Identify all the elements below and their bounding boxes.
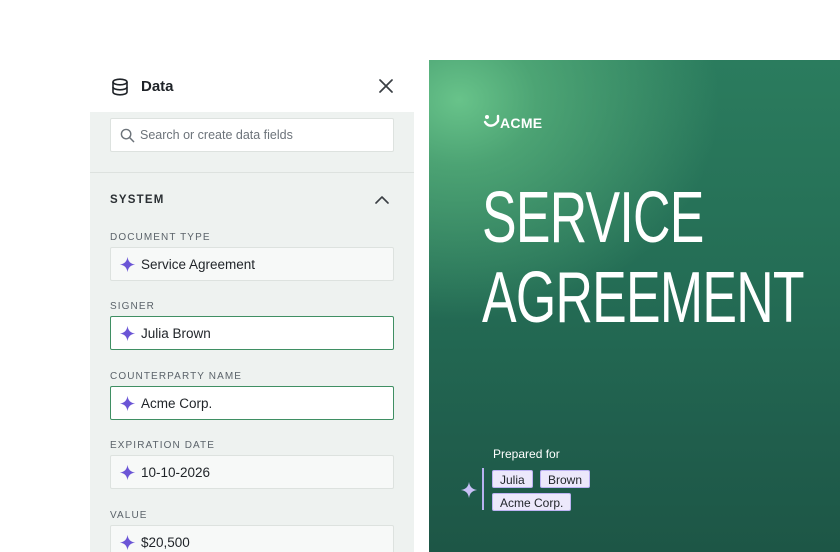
- panel-header: Data: [90, 60, 414, 112]
- field-label-expiration-date: EXPIRATION DATE: [110, 440, 216, 451]
- field-value: 10-10-2026: [141, 465, 211, 480]
- sparkle-icon: [119, 256, 136, 273]
- field-label-signer: SIGNER: [110, 301, 155, 312]
- divider: [90, 172, 414, 173]
- close-icon[interactable]: [378, 78, 394, 94]
- field-value: Acme Corp.: [141, 396, 213, 411]
- search-box: [110, 118, 394, 152]
- database-icon: [112, 78, 128, 96]
- sparkle-icon: [119, 395, 136, 412]
- field-value-amount[interactable]: $20,500: [110, 525, 394, 552]
- field-value: Service Agreement: [141, 257, 256, 272]
- data-panel: Data SYSTEM DOCUMENT TYPE Service Agreem…: [90, 60, 414, 552]
- document-title-line-2: AGREEMENT: [482, 258, 805, 338]
- brand-name: ACME: [500, 115, 543, 131]
- section-title-system: SYSTEM: [110, 194, 165, 206]
- field-counterparty-name[interactable]: Acme Corp.: [110, 386, 394, 420]
- field-signer[interactable]: Julia Brown: [110, 316, 394, 350]
- field-value: $20,500: [141, 535, 190, 550]
- panel-title: Data: [141, 78, 174, 95]
- data-field-indicator: [482, 468, 484, 510]
- prepared-for-label: Prepared for: [493, 447, 560, 461]
- tag-last-name[interactable]: Brown: [540, 470, 591, 488]
- document-preview: ACME SERVICE AGREEMENT Prepared for Juli…: [429, 60, 840, 552]
- field-value: Julia Brown: [141, 326, 211, 341]
- sparkle-icon: [460, 481, 478, 499]
- chevron-up-icon[interactable]: [374, 193, 390, 207]
- field-label-document-type: DOCUMENT TYPE: [110, 232, 211, 243]
- search-icon: [120, 128, 135, 143]
- document-title-line-1: SERVICE: [482, 178, 704, 258]
- sparkle-icon: [119, 464, 136, 481]
- sparkle-icon: [119, 325, 136, 342]
- field-label-counterparty-name: COUNTERPARTY NAME: [110, 371, 243, 382]
- field-expiration-date[interactable]: 10-10-2026: [110, 455, 394, 489]
- tag-first-name[interactable]: Julia: [492, 470, 533, 488]
- tag-company[interactable]: Acme Corp.: [492, 493, 572, 511]
- field-label-value: VALUE: [110, 510, 148, 521]
- search-input[interactable]: [140, 119, 390, 151]
- sparkle-icon: [119, 534, 136, 551]
- field-document-type[interactable]: Service Agreement: [110, 247, 394, 281]
- document-title: SERVICE AGREEMENT: [482, 178, 805, 338]
